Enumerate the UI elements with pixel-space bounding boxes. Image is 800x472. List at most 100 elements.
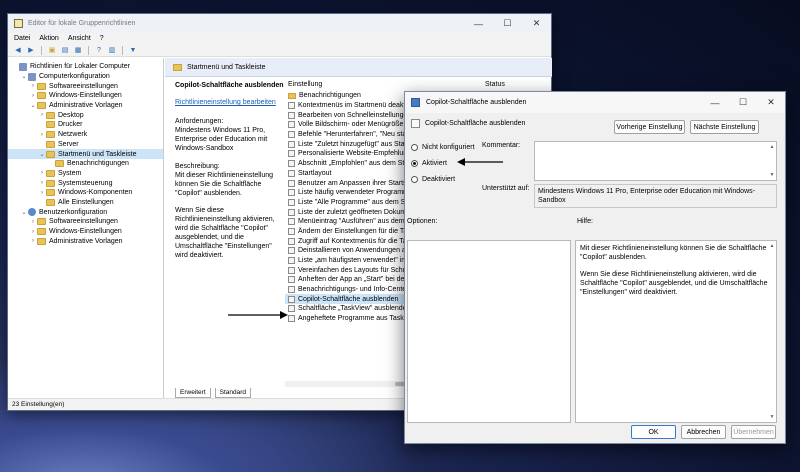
supported-on-value: Mindestens Windows 11 Pro, Enterprise od…	[538, 188, 755, 205]
help-paragraph-2: Wenn Sie diese Richtlinieneinstellung ak…	[580, 271, 768, 297]
radio-disabled[interactable]: Deaktiviert	[411, 176, 455, 183]
chevron-right-icon[interactable]: ›	[38, 112, 46, 118]
tab-erweitert[interactable]: Erweitert	[175, 387, 211, 398]
dialog-maximize-button[interactable]: ☐	[729, 92, 757, 113]
tree-item[interactable]: › Softwareeinstellungen	[8, 81, 163, 91]
filter-icon[interactable]: ▼	[128, 45, 138, 55]
next-setting-button[interactable]: Nächste Einstellung	[690, 120, 759, 134]
tree-item[interactable]: › Windows-Komponenten	[8, 188, 163, 198]
tree-item[interactable]: › Administrative Vorlagen	[8, 236, 163, 246]
comment-scrollbar[interactable]: ▲ ▼	[768, 142, 776, 180]
properties-icon[interactable]: ▥	[107, 45, 117, 55]
tree-item[interactable]: ⌄ Benutzerkonfiguration	[8, 207, 163, 217]
tree-item[interactable]: Richtlinien für Lokaler Computer	[8, 62, 163, 72]
chevron-right-icon[interactable]: ›	[38, 132, 46, 138]
policy-setting-icon	[288, 189, 295, 197]
radio-circle-selected[interactable]	[411, 160, 418, 167]
list-item-label: Anheften der App an „Start" bei der In	[298, 276, 415, 284]
apply-button[interactable]: Übernehmen	[731, 425, 776, 439]
tree-item-label: Netzwerk	[58, 131, 88, 139]
tree-item[interactable]: › Desktop	[8, 110, 163, 120]
tree-item[interactable]: Drucker	[8, 120, 163, 130]
list-item-label: Liste „am häufigsten verwendet" im St	[298, 257, 416, 265]
tree-item[interactable]: › Windows-Einstellungen	[8, 91, 163, 101]
tree-item[interactable]: › Softwareeinstellungen	[8, 217, 163, 227]
col-status[interactable]: Status	[485, 81, 505, 88]
chevron-right-icon[interactable]: ›	[38, 180, 46, 186]
tree-item[interactable]: › Windows-Einstellungen	[8, 227, 163, 237]
tree-item[interactable]: › System	[8, 169, 163, 179]
ok-button[interactable]: OK	[631, 425, 676, 439]
computer-icon	[28, 72, 36, 81]
radio-circle[interactable]	[411, 176, 418, 183]
chevron-right-icon[interactable]: ›	[38, 190, 46, 196]
chevron-right-icon[interactable]: ›	[29, 93, 37, 99]
chevron-right-icon[interactable]: ›	[29, 238, 37, 244]
tree-item-label: System	[58, 169, 82, 177]
tab-standard[interactable]: Standard	[214, 387, 252, 398]
radio-circle[interactable]	[411, 144, 418, 151]
chevron-right-icon[interactable]: ›	[38, 170, 46, 176]
policy-setting-icon	[288, 257, 295, 265]
annotation-arrow-left	[228, 311, 288, 319]
chevron-right-icon[interactable]: ›	[29, 229, 37, 235]
close-button[interactable]: ✕	[522, 14, 551, 33]
comment-textarea[interactable]: ▲ ▼	[534, 141, 777, 181]
main-titlebar: Editor für lokale Gruppenrichtlinien — ☐…	[8, 14, 551, 33]
radio-label: Nicht konfiguriert	[422, 144, 475, 151]
chevron-right-icon[interactable]: ›	[29, 83, 37, 89]
radio-not-configured[interactable]: Nicht konfiguriert	[411, 144, 475, 151]
tree-item[interactable]: Benachrichtigungen	[8, 159, 163, 169]
chevron-down-icon[interactable]: ⌄	[20, 73, 28, 80]
chevron-down-icon[interactable]: ⌄	[38, 151, 46, 158]
tree-item[interactable]: Server	[8, 140, 163, 150]
menu-aktion[interactable]: Aktion	[39, 35, 58, 42]
chevron-down-icon[interactable]: ⌄	[29, 102, 37, 109]
show-tree-icon[interactable]: ▤	[60, 45, 70, 55]
menu-help[interactable]: ?	[100, 35, 104, 42]
export-icon[interactable]: ▦	[73, 45, 83, 55]
tree-item[interactable]: Alle Einstellungen	[8, 198, 163, 208]
folder-icon	[37, 92, 46, 100]
help-scrollbar[interactable]: ▲ ▼	[768, 241, 776, 422]
back-arrow-icon[interactable]: ◀	[13, 45, 23, 55]
desc-description: Beschreibung: Mit dieser Richtlinieneins…	[175, 162, 274, 197]
folder-icon	[46, 131, 55, 139]
dialog-minimize-button[interactable]: —	[701, 92, 729, 113]
list-item-label: Liste "Alle Programme" aus dem Start	[298, 198, 416, 206]
cancel-button[interactable]: Abbrechen	[681, 425, 726, 439]
list-item-label: Schaltfläche „TaskView" ausblenden	[298, 305, 411, 313]
dialog-title: Copilot-Schaltfläche ausblenden	[426, 99, 527, 106]
col-einstellung[interactable]: Einstellung	[288, 81, 322, 88]
tree-item[interactable]: › Netzwerk	[8, 130, 163, 140]
forward-arrow-icon[interactable]: ▶	[26, 45, 36, 55]
previous-setting-button[interactable]: Vorherige Einstellung	[614, 120, 685, 134]
folder-icon	[46, 111, 55, 119]
maximize-button[interactable]: ☐	[493, 14, 522, 33]
policy-setting-icon	[288, 150, 295, 158]
tree-item[interactable]: ⌄ Computerkonfiguration	[8, 72, 163, 82]
edit-policy-link[interactable]: Richtlinieneinstellung bearbeiten	[175, 98, 285, 107]
help-icon[interactable]: ?	[94, 45, 104, 55]
tree-item[interactable]: ⌄ Startmenü und Taskleiste	[8, 149, 163, 159]
folder-icon	[46, 140, 55, 148]
menu-ansicht[interactable]: Ansicht	[68, 35, 91, 42]
tree-item-label: Windows-Komponenten	[58, 189, 133, 197]
list-item-label: Angeheftete Programme aus Taskleist	[298, 315, 417, 323]
chevron-down-icon[interactable]: ⌄	[20, 209, 28, 216]
menu-datei[interactable]: Datei	[14, 35, 30, 42]
tree-item[interactable]: ⌄ Administrative Vorlagen	[8, 101, 163, 111]
tree-item-label: Computerkonfiguration	[39, 73, 110, 81]
list-item-label: Abschnitt „Empfohlen" aus dem Start	[298, 160, 413, 168]
minimize-button[interactable]: —	[464, 14, 493, 33]
radio-enabled[interactable]: Aktiviert	[411, 160, 447, 167]
chevron-right-icon[interactable]: ›	[29, 219, 37, 225]
supported-on-field: Mindestens Windows 11 Pro, Enterprise od…	[534, 184, 777, 208]
up-folder-icon[interactable]: ▣	[47, 45, 57, 55]
folder-icon	[37, 82, 46, 90]
tree-item[interactable]: › Systemsteuerung	[8, 178, 163, 188]
folder-icon	[46, 198, 55, 206]
dialog-close-button[interactable]: ✕	[757, 92, 785, 113]
pane-header: Startmenü und Taskleiste	[165, 58, 552, 77]
list-item-label: Deinstallieren von Anwendungen aus	[298, 247, 414, 255]
